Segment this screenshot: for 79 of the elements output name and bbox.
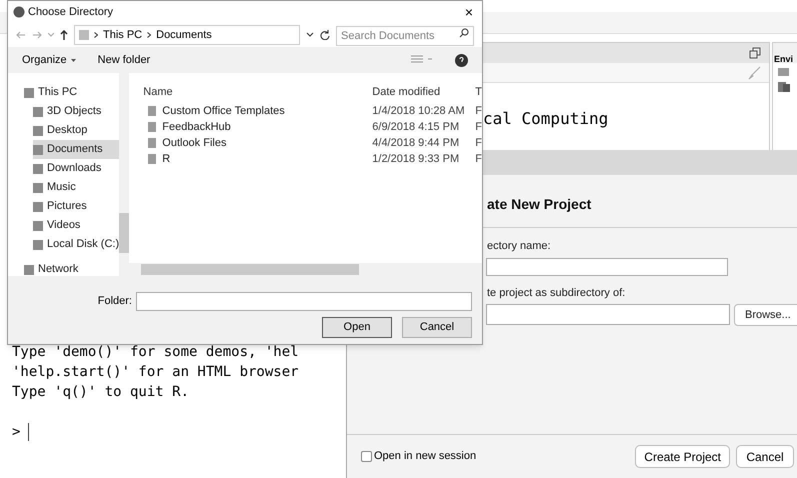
console-line: Type 'demo()' for some demos, 'hel	[12, 343, 299, 362]
file-name: FeedbackHub	[162, 120, 231, 135]
toolbar-button[interactable]: Organize	[22, 52, 76, 68]
column-header[interactable]: T	[475, 84, 482, 100]
input-field[interactable]	[486, 304, 730, 325]
restore-icon[interactable]	[749, 47, 761, 59]
sidebar-item[interactable]: Documents	[33, 140, 120, 159]
console-line: Type 'q()' to quit R.	[12, 383, 190, 402]
up-arrow-icon[interactable]	[60, 30, 68, 40]
sidebar-item[interactable]: Desktop	[33, 121, 120, 140]
console-line: 'help.start()' for an HTML browser	[12, 363, 299, 382]
file-date: 4/4/2018 9:44 PM	[371, 136, 460, 151]
file-date: 6/9/2018 4:15 PM	[371, 120, 460, 135]
column-header[interactable]: Date modified	[370, 84, 476, 100]
sidebar-item[interactable]: This PC	[24, 83, 120, 102]
search-field[interactable]: Search Documents	[336, 26, 474, 46]
column-header[interactable]: Name	[143, 84, 370, 100]
field-label: ectory name:	[487, 239, 551, 254]
toolbar-button[interactable]: New folder	[98, 52, 150, 68]
search-icon	[459, 28, 469, 38]
chevron-icon	[147, 32, 152, 38]
view-list-icon[interactable]	[411, 55, 433, 65]
sidebar-item[interactable]: 3D Objects	[33, 102, 120, 121]
file-type: F	[475, 104, 482, 119]
forward-arrow-icon[interactable]	[32, 31, 42, 39]
dialog-title: ate New Project	[487, 196, 592, 212]
folder-field[interactable]	[136, 292, 472, 311]
file-row[interactable]: R 1/2/2018 9:33 PM F	[143, 151, 482, 167]
path-segment[interactable]: This PC	[103, 26, 142, 44]
browse-button[interactable]: Browse...	[734, 304, 797, 326]
address-bar[interactable]: This PC Documents	[74, 25, 300, 45]
folder-icon	[147, 105, 158, 117]
dialog-button[interactable]: Cancel	[736, 445, 794, 468]
sidebar-item[interactable]: Downloads	[33, 159, 120, 178]
text-cursor	[28, 423, 30, 441]
file-name: R	[162, 152, 170, 167]
caret-icon	[70, 58, 76, 62]
new-session-checkbox[interactable]: Open in new session	[361, 448, 476, 465]
close-button[interactable]: ×	[460, 2, 477, 22]
console-text: cal Computing	[483, 108, 610, 130]
file-type: F	[475, 120, 482, 135]
app-logo-icon	[13, 6, 25, 18]
folder-icon	[147, 137, 158, 149]
sidebar-item[interactable]: Music	[33, 178, 120, 197]
caret-icon[interactable]	[48, 33, 54, 37]
file-row[interactable]: FeedbackHub 6/9/2018 4:15 PM F	[143, 119, 482, 135]
console-prompt: >	[12, 423, 20, 442]
location-icon	[24, 264, 34, 274]
horizontal-scrollbar[interactable]	[129, 263, 482, 276]
dialog-button[interactable]: Open	[322, 317, 392, 338]
file-row[interactable]: Outlook Files 4/4/2018 9:44 PM F	[143, 135, 482, 151]
input-field[interactable]	[486, 258, 728, 276]
file-date: 1/4/2018 10:28 AM	[371, 104, 466, 119]
broom-icon[interactable]	[747, 66, 761, 80]
folder-icon	[147, 121, 158, 133]
file-name: Outlook Files	[162, 136, 226, 151]
folder-icon	[147, 153, 158, 165]
refresh-icon[interactable]	[320, 30, 330, 40]
dialog-button[interactable]: Cancel	[402, 317, 472, 338]
import-icon[interactable]	[777, 81, 791, 93]
sidebar-item[interactable]: Pictures	[33, 197, 120, 216]
file-date: 1/2/2018 9:33 PM	[371, 152, 460, 167]
path-segment[interactable]: Documents	[156, 26, 212, 44]
sidebar-item[interactable]: Local Disk (C:)	[33, 235, 120, 254]
file-type: F	[475, 136, 482, 151]
help-icon[interactable]	[455, 54, 468, 66]
file-row[interactable]: Custom Office Templates 1/4/2018 10:28 AM F	[143, 103, 482, 119]
back-arrow-icon[interactable]	[16, 31, 26, 39]
sidebar-item[interactable]: Videos	[33, 216, 120, 235]
dialog-button[interactable]: Create Project	[635, 445, 730, 468]
window-title: Choose Directory	[28, 4, 113, 20]
location-icon	[79, 30, 89, 40]
sidebar-item[interactable]: Network	[24, 260, 120, 279]
chevron-icon	[94, 32, 98, 38]
dropdown-caret-icon[interactable]	[306, 32, 314, 38]
file-name: Custom Office Templates	[162, 104, 285, 119]
field-label: te project as subdirectory of:	[487, 286, 626, 300]
file-type: F	[475, 152, 482, 167]
folder-label: Folder:	[98, 294, 132, 310]
